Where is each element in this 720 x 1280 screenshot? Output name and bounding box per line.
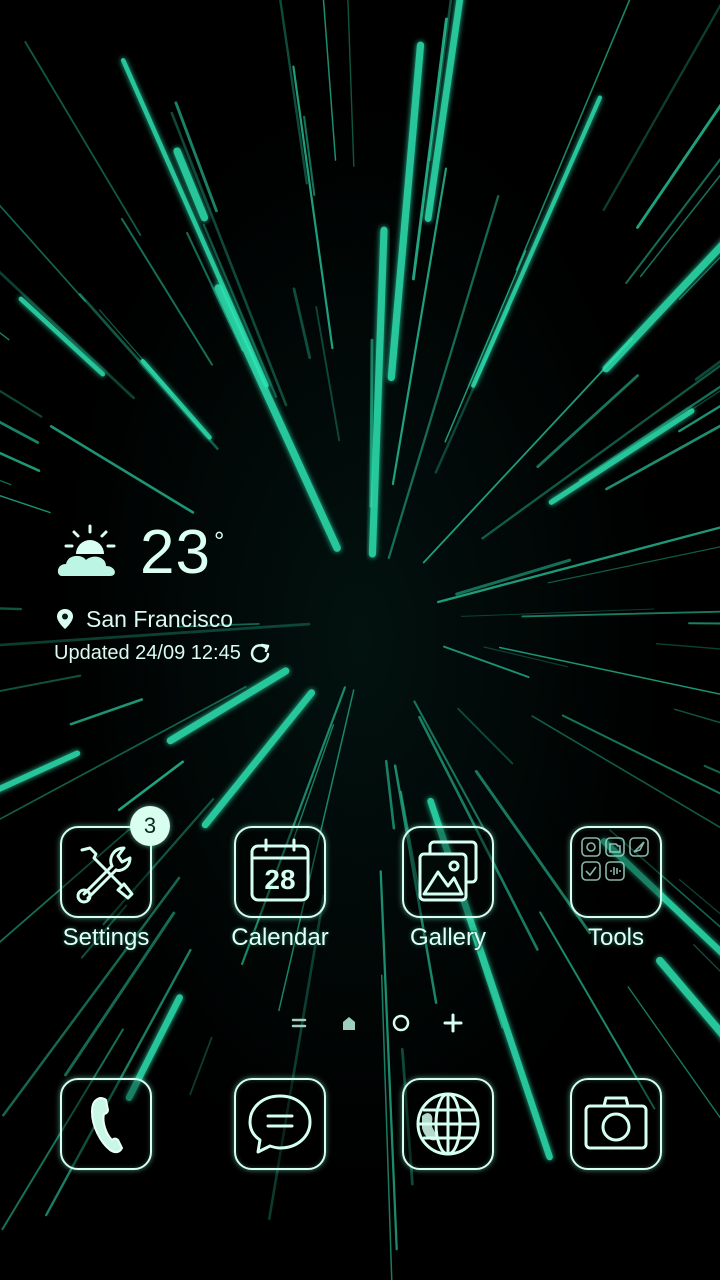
- light-streak: [481, 364, 720, 540]
- app-label-calendar: Calendar: [231, 924, 329, 951]
- tools-folder-frame: [570, 826, 662, 918]
- light-streak: [413, 700, 487, 832]
- add-page-icon[interactable]: [440, 1010, 466, 1036]
- location-name: San Francisco: [86, 605, 234, 632]
- light-streak: [368, 226, 388, 558]
- light-streak: [455, 558, 572, 596]
- light-streak: [0, 479, 12, 486]
- light-streak: [602, 3, 720, 212]
- notification-badge: 3: [130, 806, 170, 846]
- light-streak: [693, 944, 720, 972]
- light-streak: [18, 296, 106, 377]
- light-streak: [120, 217, 213, 366]
- dock-phone[interactable]: [36, 1078, 176, 1172]
- app-label-tools: Tools: [587, 924, 645, 951]
- calendar-day-number: 28: [264, 864, 295, 895]
- light-streak: [483, 646, 568, 668]
- light-streak: [422, 337, 634, 564]
- menu-lines-icon[interactable]: [286, 1010, 312, 1036]
- light-streak: [655, 643, 720, 650]
- app-tools-folder[interactable]: Tools: [546, 826, 686, 976]
- phone-icon: [90, 1096, 124, 1154]
- dock-browser[interactable]: [378, 1078, 518, 1172]
- light-streak: [0, 389, 43, 418]
- light-streak: [322, 0, 337, 161]
- browser-app-icon-frame: [402, 1078, 494, 1170]
- dock-messages[interactable]: [210, 1078, 350, 1172]
- phone-app-icon-frame: [60, 1078, 152, 1170]
- updated-row: Updated 24/09 12:45: [54, 638, 271, 668]
- light-streak: [391, 167, 448, 486]
- light-streak: [24, 41, 142, 236]
- light-streak: [498, 646, 720, 695]
- location-pin-icon: [57, 609, 73, 629]
- light-streak: [548, 408, 695, 505]
- light-streak: [0, 451, 41, 472]
- light-streak: [202, 223, 278, 398]
- light-streak: [547, 546, 720, 584]
- light-streak: [0, 204, 87, 303]
- circle-page-icon[interactable]: [388, 1010, 414, 1036]
- light-streak: [0, 607, 22, 611]
- light-streak: [292, 287, 312, 360]
- light-streak: [189, 1036, 213, 1096]
- gallery-icon: [418, 840, 478, 902]
- app-label-settings: Settings: [62, 924, 150, 951]
- light-streak: [166, 667, 290, 745]
- light-streak: [515, 0, 631, 271]
- light-streak: [471, 95, 603, 388]
- light-streak: [0, 674, 82, 692]
- weather-widget[interactable]: 23 ° San Francisco Updated 24/09 12:45: [54, 518, 374, 678]
- light-streak: [140, 358, 212, 440]
- partly-sunny-icon: [57, 524, 116, 576]
- tools-folder-icon: [581, 837, 649, 881]
- dock-camera[interactable]: [546, 1078, 686, 1172]
- light-streak: [117, 760, 184, 812]
- updated-timestamp: Updated 24/09 12:45: [54, 641, 241, 664]
- light-streak: [688, 622, 720, 625]
- light-streak: [0, 270, 136, 400]
- home-screen: 23 ° San Francisco Updated 24/09 12:45 3…: [0, 0, 720, 1280]
- light-streak: [625, 157, 720, 284]
- camera-icon: [584, 1096, 648, 1150]
- light-streak: [0, 420, 40, 444]
- light-streak: [686, 390, 720, 413]
- home-icon[interactable]: [336, 1010, 362, 1036]
- messages-app-icon-frame: [234, 1078, 326, 1170]
- light-streak: [437, 526, 720, 604]
- light-streak: [387, 41, 425, 382]
- refresh-icon[interactable]: [249, 642, 271, 664]
- light-streak: [384, 759, 396, 830]
- location-row: San Francisco: [56, 604, 233, 634]
- light-streak: [0, 494, 51, 514]
- calendar-icon: 28: [250, 838, 310, 902]
- light-streak: [444, 250, 527, 443]
- light-streak: [561, 714, 720, 795]
- app-calendar[interactable]: 28 Calendar: [210, 826, 350, 976]
- messages-icon: [248, 1094, 312, 1154]
- light-streak: [457, 707, 514, 765]
- light-streak: [69, 698, 144, 726]
- light-streak: [636, 103, 720, 229]
- light-streak: [279, 0, 308, 185]
- app-settings[interactable]: 3 Settings: [36, 806, 176, 976]
- light-streak: [605, 424, 720, 491]
- light-streak: [694, 360, 720, 381]
- light-streak: [49, 425, 195, 514]
- page-indicator: [280, 1010, 470, 1036]
- app-gallery[interactable]: Gallery: [378, 826, 518, 976]
- light-streak: [347, 0, 355, 167]
- camera-app-icon-frame: [570, 1078, 662, 1170]
- browser-globe-icon: [416, 1092, 480, 1156]
- light-streak: [170, 111, 288, 407]
- light-streak: [639, 174, 720, 278]
- light-streak: [674, 708, 720, 724]
- app-label-gallery: Gallery: [409, 924, 487, 951]
- light-streak: [602, 242, 720, 373]
- gallery-app-icon-frame: [402, 826, 494, 918]
- degree-symbol: °: [214, 526, 225, 556]
- light-streak: [315, 306, 341, 442]
- calendar-app-icon-frame: 28: [234, 826, 326, 918]
- temperature: 23: [140, 518, 211, 587]
